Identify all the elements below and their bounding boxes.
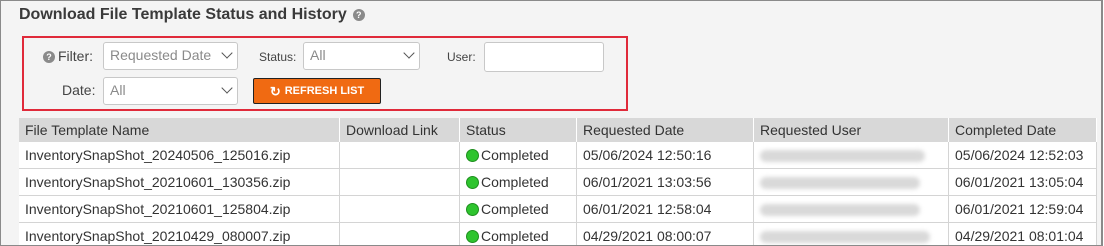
table-row[interactable]: InventorySnapShot_20240506_125016.zip Co… bbox=[19, 142, 1097, 169]
completed-date-cell: 04/29/2021 08:01:04 bbox=[948, 222, 1097, 245]
column-header[interactable]: Status bbox=[459, 118, 577, 142]
table-row[interactable]: InventorySnapShot_20210429_080007.zip Co… bbox=[19, 222, 1097, 245]
column-header[interactable]: Download Link bbox=[339, 118, 460, 142]
requested-date-cell: 05/06/2024 12:50:16 bbox=[576, 142, 754, 169]
table-header-row: File Template Name Download Link Status … bbox=[19, 118, 1097, 142]
completed-date-cell: 06/01/2021 12:59:04 bbox=[948, 195, 1097, 223]
status-completed-icon bbox=[466, 149, 479, 162]
column-header[interactable]: Requested User bbox=[753, 118, 949, 142]
requested-user-cell bbox=[753, 168, 949, 196]
status-cell: Completed bbox=[459, 168, 577, 196]
status-select-value: All bbox=[310, 47, 326, 63]
status-text: Completed bbox=[481, 228, 549, 244]
requested-user-cell bbox=[753, 222, 949, 245]
column-header[interactable]: File Template Name bbox=[19, 118, 340, 142]
history-table: File Template Name Download Link Status … bbox=[19, 118, 1097, 245]
filter-panel: ? Filter: Requested Date Status: All Use… bbox=[22, 36, 628, 111]
filter-label: Filter: bbox=[58, 48, 93, 64]
status-cell: Completed bbox=[459, 222, 577, 245]
download-link-cell[interactable] bbox=[339, 168, 460, 196]
file-name-cell: InventorySnapShot_20210601_130356.zip bbox=[19, 168, 340, 196]
status-text: Completed bbox=[481, 201, 549, 217]
refresh-button-label: REFRESH LIST bbox=[284, 85, 365, 97]
page-title: Download File Template Status and Histor… bbox=[19, 6, 365, 24]
status-cell: Completed bbox=[459, 142, 577, 169]
chevron-down-icon bbox=[403, 47, 415, 59]
filter-help-icon[interactable]: ? bbox=[43, 51, 55, 63]
status-text: Completed bbox=[481, 174, 549, 190]
status-completed-icon bbox=[466, 176, 479, 189]
requested-user-cell bbox=[753, 142, 949, 169]
status-label: Status: bbox=[259, 50, 297, 64]
column-header[interactable]: Completed Date bbox=[948, 118, 1097, 142]
user-label: User: bbox=[447, 50, 476, 64]
user-input[interactable] bbox=[484, 42, 604, 72]
download-link-cell[interactable] bbox=[339, 142, 460, 169]
date-label: Date: bbox=[62, 82, 96, 98]
date-select[interactable]: All bbox=[103, 77, 238, 105]
status-cell: Completed bbox=[459, 195, 577, 223]
date-select-value: All bbox=[110, 82, 126, 98]
refresh-icon: ↻ bbox=[269, 83, 281, 99]
help-icon[interactable]: ? bbox=[352, 9, 365, 21]
status-completed-icon bbox=[466, 230, 479, 243]
table-row[interactable]: InventorySnapShot_20210601_125804.zip Co… bbox=[19, 195, 1097, 223]
column-header[interactable]: Requested Date bbox=[576, 118, 754, 142]
file-name-cell: InventorySnapShot_20210429_080007.zip bbox=[19, 222, 340, 245]
filter-select-value: Requested Date bbox=[110, 47, 212, 63]
redacted-user bbox=[760, 231, 930, 244]
table-row[interactable]: InventorySnapShot_20210601_130356.zip Co… bbox=[19, 168, 1097, 196]
chevron-down-icon bbox=[221, 82, 233, 94]
completed-date-cell: 06/01/2021 13:05:04 bbox=[948, 168, 1097, 196]
redacted-user bbox=[760, 204, 920, 217]
status-text: Completed bbox=[481, 147, 549, 163]
filter-select[interactable]: Requested Date bbox=[103, 42, 238, 70]
chevron-down-icon bbox=[221, 47, 233, 59]
completed-date-cell: 05/06/2024 12:52:03 bbox=[948, 142, 1097, 169]
status-completed-icon bbox=[466, 203, 479, 216]
download-link-cell[interactable] bbox=[339, 195, 460, 223]
title-text: Download File Template Status and Histor… bbox=[19, 6, 347, 23]
redacted-user bbox=[760, 150, 925, 163]
file-name-cell: InventorySnapShot_20210601_125804.zip bbox=[19, 195, 340, 223]
file-name-cell: InventorySnapShot_20240506_125016.zip bbox=[19, 142, 340, 169]
requested-date-cell: 06/01/2021 12:58:04 bbox=[576, 195, 754, 223]
download-status-panel: Download File Template Status and Histor… bbox=[0, 0, 1103, 246]
requested-date-cell: 06/01/2021 13:03:56 bbox=[576, 168, 754, 196]
status-select[interactable]: All bbox=[303, 42, 420, 70]
refresh-list-button[interactable]: ↻ REFRESH LIST bbox=[253, 78, 381, 104]
download-link-cell[interactable] bbox=[339, 222, 460, 245]
redacted-user bbox=[760, 177, 920, 190]
requested-date-cell: 04/29/2021 08:00:07 bbox=[576, 222, 754, 245]
requested-user-cell bbox=[753, 195, 949, 223]
